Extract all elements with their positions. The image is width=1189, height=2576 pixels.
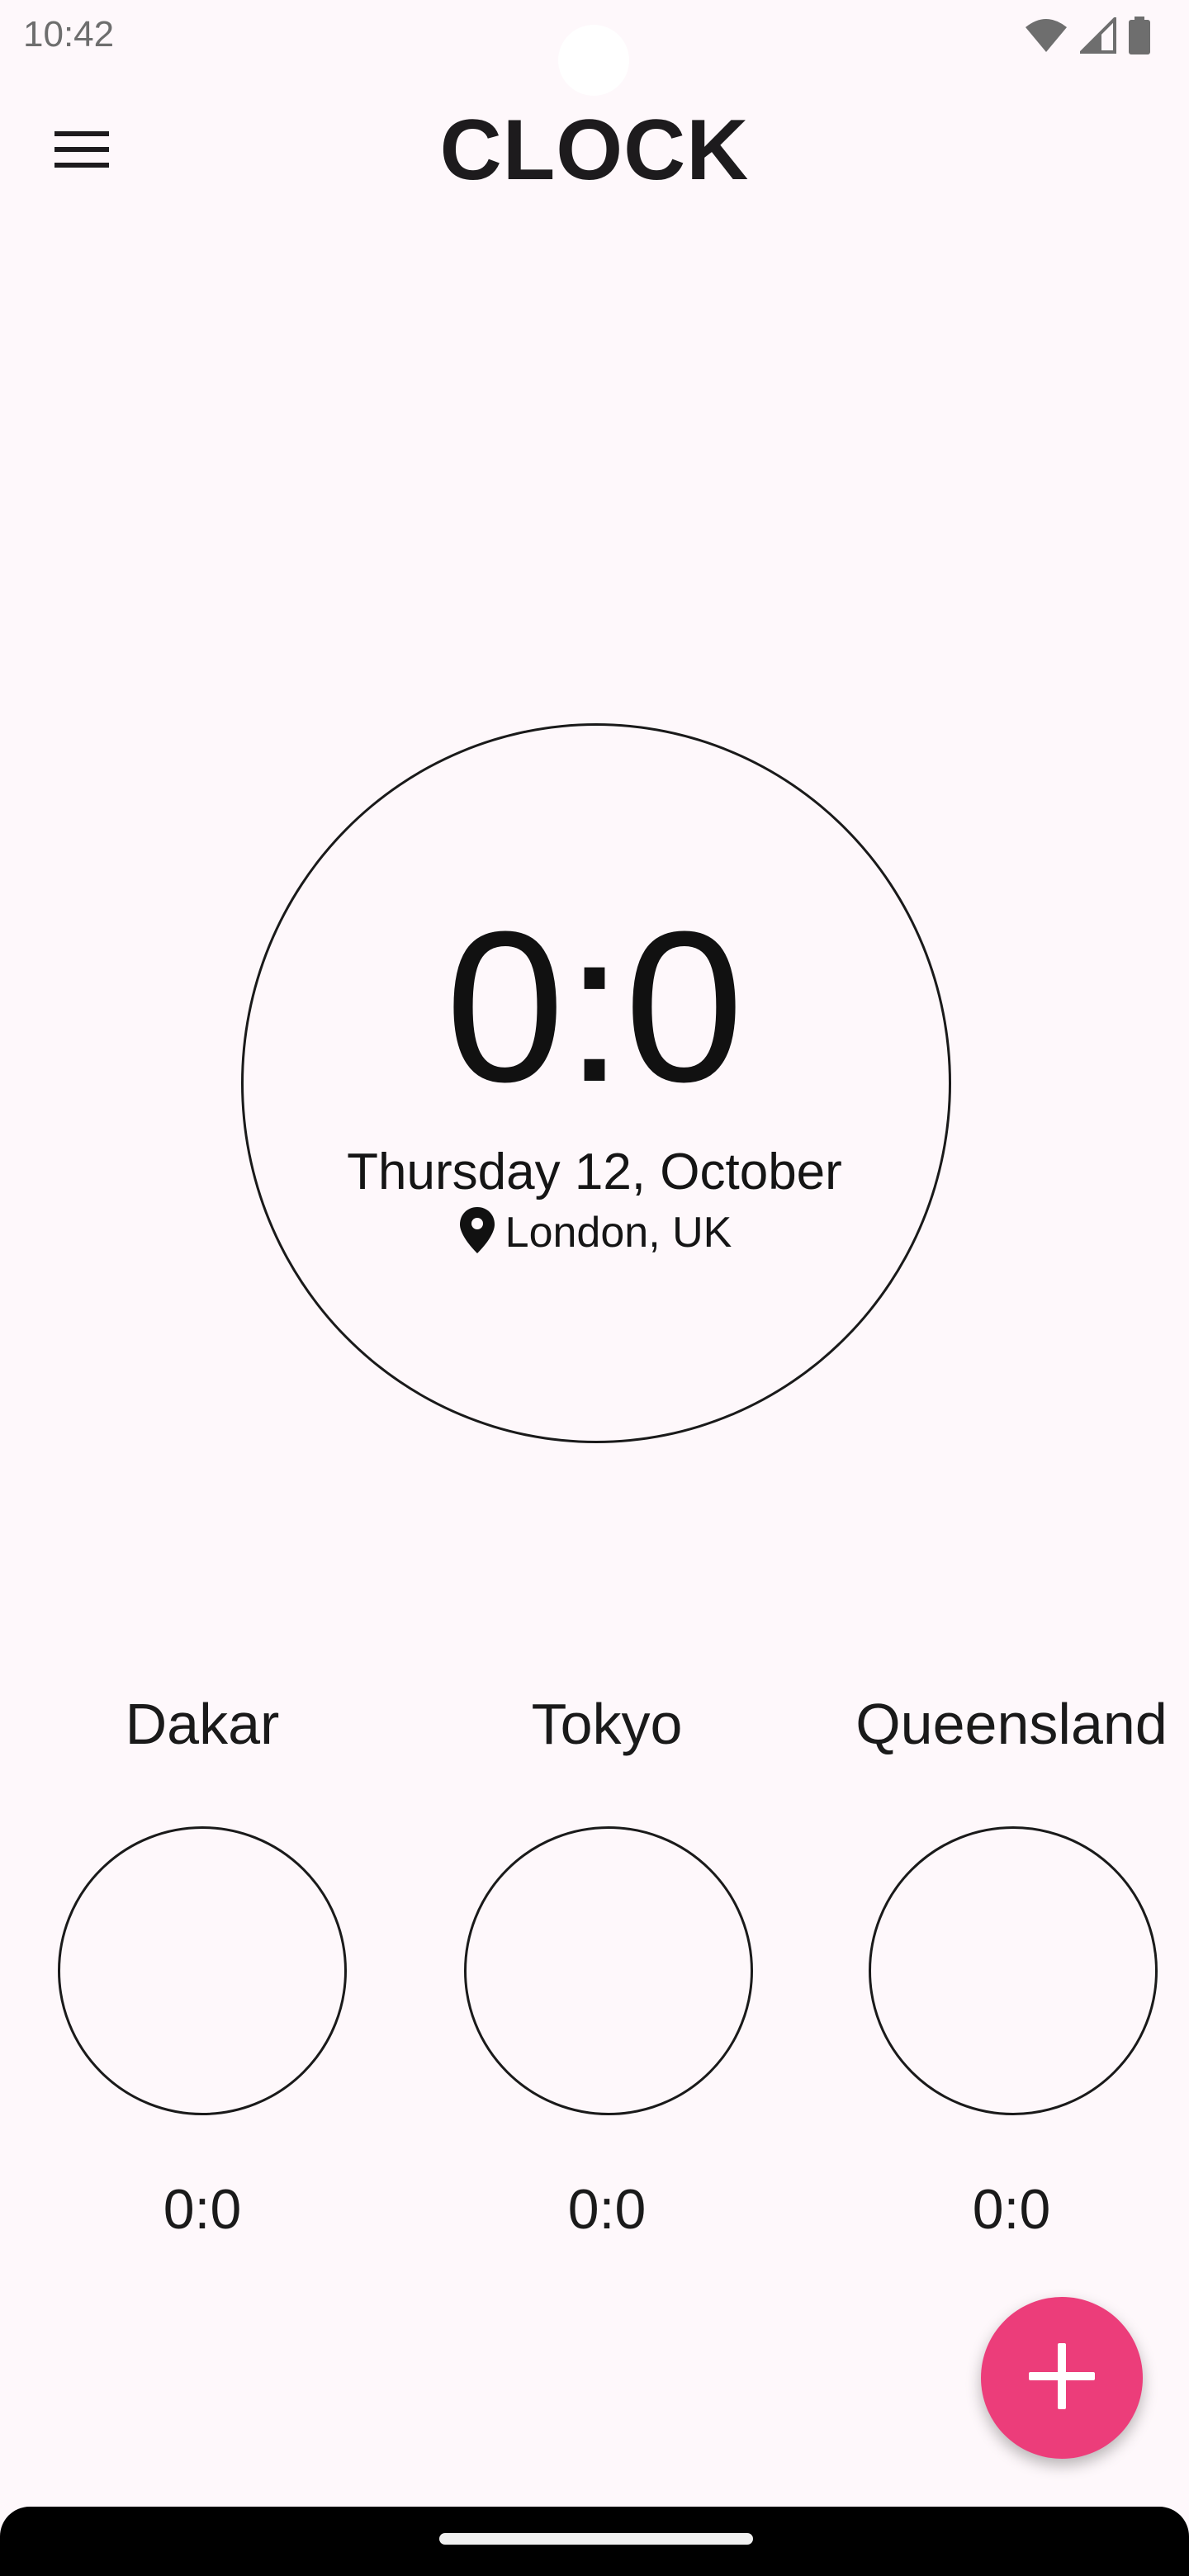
world-clock-item[interactable]: Queensland 0:0 xyxy=(809,1689,1189,2267)
main-clock-location: London, UK xyxy=(0,1205,1189,1259)
world-clocks-list: Dakar 0:0 Tokyo 0:0 Queensland 0:0 xyxy=(0,1689,1189,2267)
page-title: CLOCK xyxy=(439,102,750,198)
home-gesture-handle[interactable] xyxy=(439,2533,753,2545)
main-clock-time: 0:0 xyxy=(445,888,744,1127)
world-clock-time: 0:0 xyxy=(567,2178,647,2241)
location-label: London, UK xyxy=(504,1208,732,1257)
add-clock-button[interactable] xyxy=(981,2297,1143,2459)
world-clock-dial xyxy=(464,1826,753,2115)
world-clock-dial xyxy=(869,1826,1158,2115)
plus-icon xyxy=(1027,2342,1097,2415)
world-clock-item[interactable]: Dakar 0:0 xyxy=(0,1689,405,2267)
world-clock-item[interactable]: Tokyo 0:0 xyxy=(405,1689,809,2267)
camera-cutout xyxy=(558,25,629,96)
status-icons xyxy=(1024,15,1151,56)
status-time: 10:42 xyxy=(23,14,115,54)
world-clock-dial xyxy=(58,1826,347,2115)
location-pin-icon xyxy=(457,1205,497,1259)
world-clock-city: Queensland xyxy=(855,1692,1168,1756)
wifi-icon xyxy=(1024,17,1068,54)
world-clock-city: Tokyo xyxy=(531,1692,683,1756)
main-clock-date: Thursday 12, October xyxy=(347,1144,842,1200)
cellular-signal-icon xyxy=(1080,17,1116,54)
world-clock-time: 0:0 xyxy=(163,2178,242,2241)
world-clock-time: 0:0 xyxy=(972,2178,1051,2241)
battery-icon xyxy=(1128,17,1151,54)
status-bar: 10:42 xyxy=(0,0,1189,96)
world-clock-city: Dakar xyxy=(125,1692,280,1756)
